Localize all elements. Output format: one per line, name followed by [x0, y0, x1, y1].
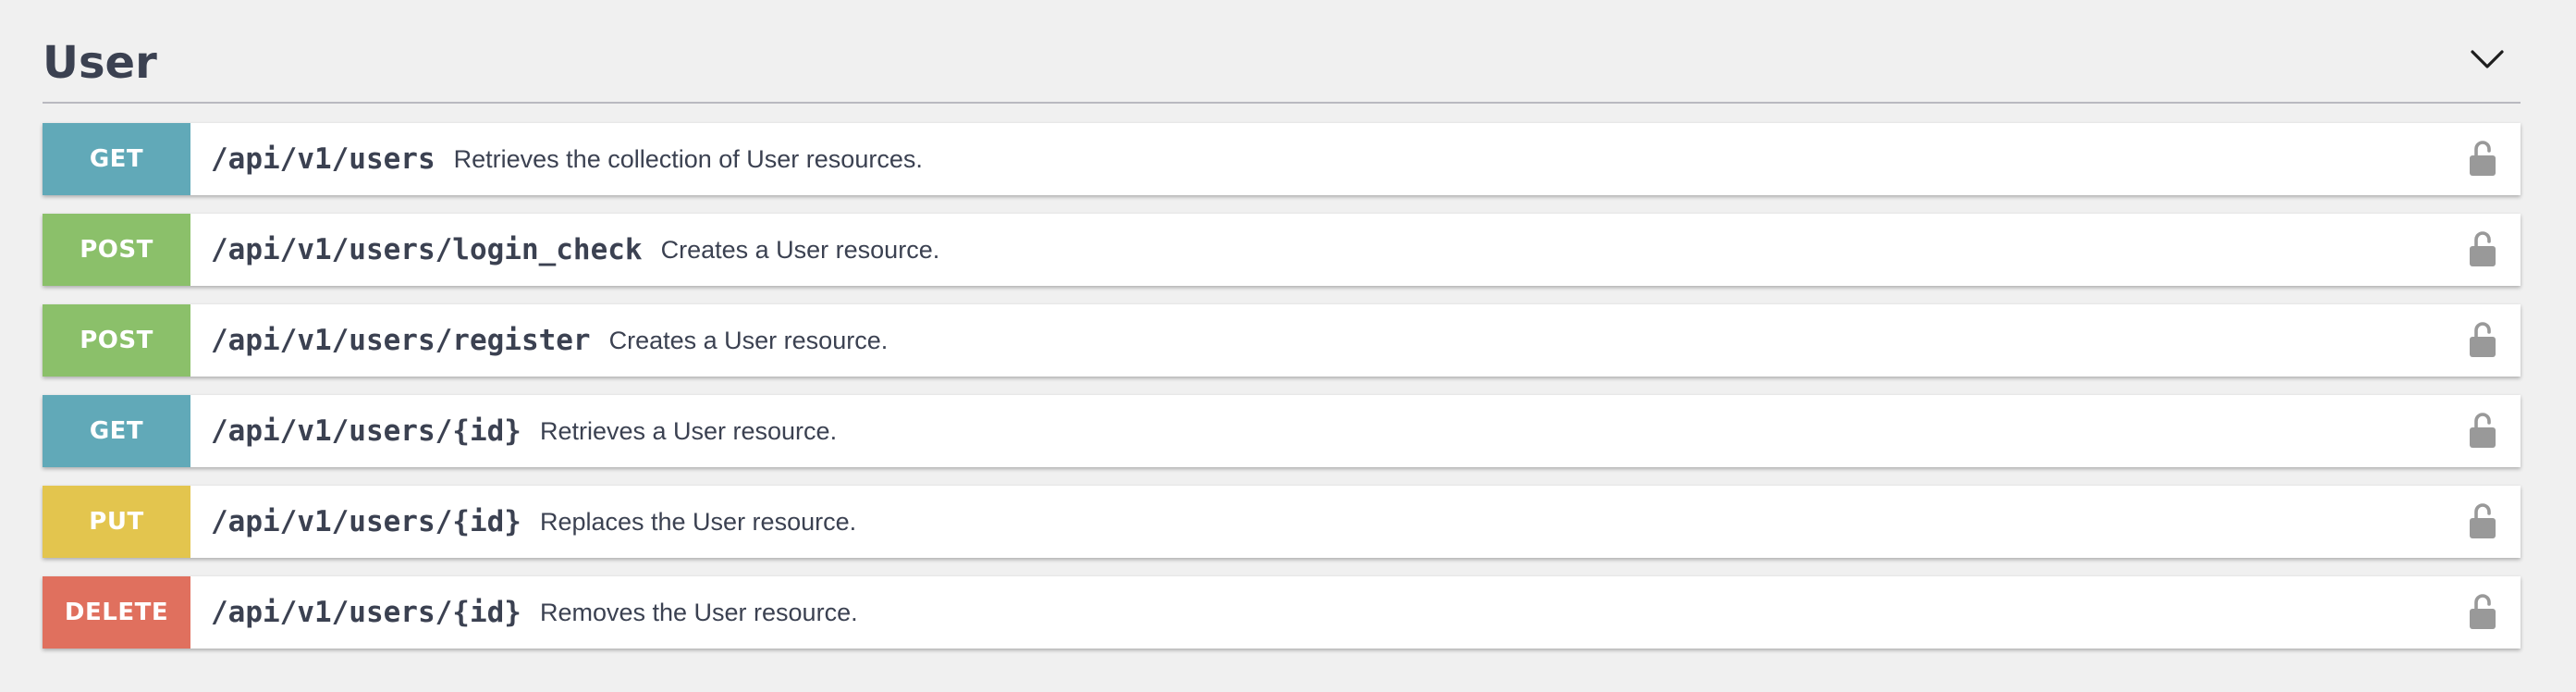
unlocked-padlock-icon[interactable]: [2469, 140, 2496, 177]
operation-row[interactable]: GET /api/v1/users/{id} Retrieves a User …: [43, 395, 2521, 467]
endpoint-path: /api/v1/users/{id}: [211, 596, 521, 629]
endpoint-path: /api/v1/users: [211, 142, 435, 176]
method-badge: PUT: [43, 486, 190, 558]
unlocked-padlock-icon[interactable]: [2469, 412, 2496, 449]
operation-row[interactable]: PUT /api/v1/users/{id} Replaces the User…: [43, 486, 2521, 558]
endpoint-summary: Removes the User resource.: [539, 598, 858, 626]
section-title[interactable]: User: [43, 35, 157, 91]
unlocked-padlock-icon[interactable]: [2469, 230, 2496, 267]
user-tag-section: User GET /api/v1/users Retrieves the col…: [43, 0, 2521, 649]
operation-row[interactable]: DELETE /api/v1/users/{id} Removes the Us…: [43, 576, 2521, 649]
unlocked-padlock-icon[interactable]: [2469, 593, 2496, 630]
endpoint-summary: Retrieves a User resource.: [539, 416, 838, 445]
endpoint-path: /api/v1/users/{id}: [211, 505, 521, 538]
operations-list: GET /api/v1/users Retrieves the collecti…: [43, 123, 2521, 667]
endpoint-summary: Retrieves the collection of User resourc…: [453, 144, 923, 173]
endpoint-summary: Creates a User resource.: [660, 235, 940, 264]
endpoint-path: /api/v1/users/login_check: [211, 233, 643, 266]
section-header[interactable]: User: [43, 0, 2521, 104]
unlocked-padlock-icon[interactable]: [2469, 321, 2496, 358]
method-badge: POST: [43, 304, 190, 377]
chevron-down-icon[interactable]: [2467, 41, 2508, 78]
operation-row[interactable]: POST /api/v1/users/register Creates a Us…: [43, 304, 2521, 377]
endpoint-path: /api/v1/users/register: [211, 324, 591, 357]
endpoint-summary: Replaces the User resource.: [539, 507, 857, 536]
method-badge: GET: [43, 395, 190, 467]
operation-row[interactable]: POST /api/v1/users/login_check Creates a…: [43, 214, 2521, 286]
endpoint-summary: Creates a User resource.: [608, 326, 889, 354]
method-badge: POST: [43, 214, 190, 286]
method-badge: GET: [43, 123, 190, 195]
operation-row[interactable]: GET /api/v1/users Retrieves the collecti…: [43, 123, 2521, 195]
method-badge: DELETE: [43, 576, 190, 649]
endpoint-path: /api/v1/users/{id}: [211, 414, 521, 448]
unlocked-padlock-icon[interactable]: [2469, 502, 2496, 539]
